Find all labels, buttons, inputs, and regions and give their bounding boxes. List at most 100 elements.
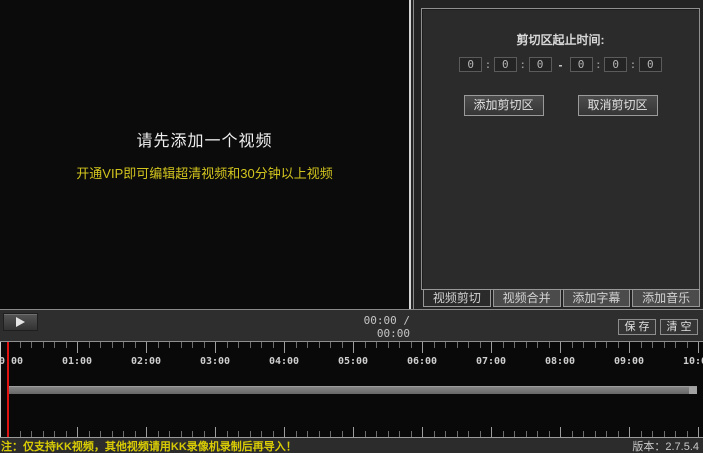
cancel-clip-region-button[interactable]: 取消剪切区	[578, 95, 658, 116]
ruler-tick	[284, 427, 285, 437]
colon-separator: :	[521, 59, 525, 71]
ruler-tick	[123, 431, 124, 437]
version-label: 版本：2.7.5.4	[632, 438, 699, 453]
ruler-tick	[629, 342, 630, 353]
scrollbar-end-cap	[689, 387, 697, 394]
ruler-tick	[112, 342, 113, 348]
ruler-tick	[135, 431, 136, 437]
status-bar: 注：仅支持KK视频，其他视频请用KK录像机录制后再导入！ 版本：2.7.5.4	[0, 438, 703, 453]
ruler-tick	[43, 431, 44, 437]
ruler-tick	[514, 342, 515, 348]
ruler-tick	[66, 342, 67, 348]
ruler-tick	[365, 431, 366, 437]
end-hour-input[interactable]	[570, 57, 593, 72]
ruler-tick	[422, 342, 423, 353]
start-minute-input[interactable]	[494, 57, 517, 72]
ruler-tick	[20, 431, 21, 437]
ruler-tick	[618, 431, 619, 437]
ruler-tick	[687, 342, 688, 348]
ruler-tick	[146, 427, 147, 437]
ruler-tick	[675, 431, 676, 437]
ruler-tick	[583, 431, 584, 437]
ruler-tick	[457, 431, 458, 437]
tab-video-cut[interactable]: 视频剪切	[423, 289, 491, 307]
ruler-tick	[480, 431, 481, 437]
colon-separator: :	[597, 59, 601, 71]
add-clip-region-button[interactable]: 添加剪切区	[464, 95, 544, 116]
ruler-tick	[158, 342, 159, 348]
ruler-tick	[112, 431, 113, 437]
ruler-tick	[595, 342, 596, 348]
ruler-tick	[353, 427, 354, 437]
timeline-scrollbar[interactable]	[8, 386, 697, 394]
ruler-tick	[664, 342, 665, 348]
playback-controls-bar: 00:00 / 00:00 保 存 清 空	[0, 309, 703, 341]
ruler-tick	[411, 342, 412, 348]
ruler-tick	[204, 342, 205, 348]
ruler-tick	[181, 431, 182, 437]
ruler-tick	[342, 431, 343, 437]
timeline-time-label: 08:00	[545, 356, 575, 367]
ruler-tick	[698, 427, 699, 437]
end-minute-input[interactable]	[604, 57, 627, 72]
ruler-tick	[537, 342, 538, 348]
ruler-tick	[296, 431, 297, 437]
ruler-tick	[445, 342, 446, 348]
ruler-tick	[526, 431, 527, 437]
function-tabs: 视频剪切视频合并添加字幕添加音乐	[423, 289, 700, 308]
play-icon	[16, 317, 25, 327]
ruler-tick	[227, 431, 228, 437]
ruler-tick	[491, 342, 492, 353]
ruler-tick	[468, 431, 469, 437]
ruler-tick	[31, 342, 32, 348]
end-second-input[interactable]	[639, 57, 662, 72]
ruler-tick	[307, 342, 308, 348]
clip-range-heading: 剪切区起止时间:	[422, 31, 699, 48]
ruler-tick	[261, 431, 262, 437]
start-hour-input[interactable]	[459, 57, 482, 72]
colon-separator: :	[631, 59, 635, 71]
time-display: 00:00 / 00:00	[330, 314, 410, 340]
playhead-marker[interactable]	[7, 342, 9, 437]
timeline[interactable]: 00:0001:0002:0003:0004:0005:0006:0007:00…	[0, 341, 703, 438]
ruler-tick	[169, 431, 170, 437]
ruler-tick	[399, 431, 400, 437]
ruler-tick	[698, 342, 699, 353]
ruler-tick	[31, 431, 32, 437]
ruler-tick	[319, 431, 320, 437]
ruler-tick	[43, 342, 44, 348]
ruler-tick	[434, 342, 435, 348]
ruler-tick	[54, 342, 55, 348]
timeline-time-label: 00:00	[0, 356, 23, 367]
timeline-time-label: 07:00	[476, 356, 506, 367]
ruler-tick	[572, 431, 573, 437]
ruler-tick	[215, 342, 216, 353]
ruler-tick	[273, 342, 274, 348]
ruler-tick	[215, 427, 216, 437]
ruler-tick	[284, 342, 285, 353]
ruler-tick	[192, 342, 193, 348]
kk-video-note: 注：仅支持KK视频，其他视频请用KK录像机录制后再导入！	[1, 438, 297, 453]
timeline-time-label: 06:00	[407, 356, 437, 367]
ruler-tick	[204, 431, 205, 437]
play-button[interactable]	[3, 313, 38, 331]
ruler-tick	[330, 342, 331, 348]
tab-add-music[interactable]: 添加音乐	[632, 289, 700, 307]
ruler-tick	[606, 342, 607, 348]
ruler-tick	[652, 431, 653, 437]
ruler-tick	[365, 342, 366, 348]
ruler-tick	[376, 342, 377, 348]
tab-video-merge[interactable]: 视频合并	[493, 289, 561, 307]
tab-add-subtitle[interactable]: 添加字幕	[563, 289, 631, 307]
vip-promo-text: 开通VIP即可编辑超清视频和30分钟以上视频	[76, 163, 332, 182]
ruler-tick	[595, 431, 596, 437]
ruler-tick	[296, 342, 297, 348]
ruler-tick	[491, 427, 492, 437]
save-button[interactable]: 保 存	[618, 319, 656, 335]
ruler-tick	[342, 342, 343, 348]
start-second-input[interactable]	[529, 57, 552, 72]
ruler-tick	[54, 431, 55, 437]
clear-button[interactable]: 清 空	[660, 319, 698, 335]
ruler-tick	[77, 342, 78, 353]
colon-separator: :	[486, 59, 490, 71]
